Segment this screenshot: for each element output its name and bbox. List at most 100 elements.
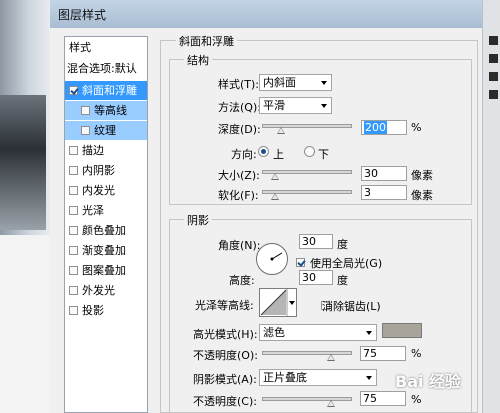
altitude-label: 高度: bbox=[229, 274, 255, 287]
sidebar-item-label: 斜面和浮雕 bbox=[82, 84, 137, 97]
sidebar-item-gradient-overlay[interactable]: 渐变叠加 bbox=[65, 241, 147, 260]
gloss-contour-label: 光泽等高线: bbox=[195, 299, 254, 312]
slider-thumb[interactable] bbox=[271, 173, 279, 180]
sidebar-item-label: 颜色叠加 bbox=[82, 224, 126, 237]
shading-title: 阴影 bbox=[184, 212, 212, 228]
checkbox-icon[interactable] bbox=[69, 246, 78, 255]
sidebar-item-label: 内阴影 bbox=[82, 164, 115, 177]
checkbox-icon[interactable] bbox=[69, 286, 78, 295]
sidebar-item-label: 渐变叠加 bbox=[82, 244, 126, 257]
opacity1-unit: % bbox=[411, 347, 422, 360]
checkbox-icon[interactable] bbox=[69, 146, 78, 155]
opacity2-label: 不透明度(C): bbox=[193, 395, 257, 408]
direction-up-label: 上 bbox=[273, 148, 284, 161]
sidebar-item-outer-glow[interactable]: 外发光 bbox=[65, 281, 147, 300]
highlight-mode-select[interactable]: 滤色 bbox=[259, 324, 377, 341]
panel-square-icon bbox=[489, 72, 498, 81]
soften-unit: 像素 bbox=[411, 189, 433, 202]
slider-thumb[interactable] bbox=[327, 400, 335, 407]
checkbox-icon[interactable] bbox=[69, 86, 78, 95]
altitude-input[interactable]: 30 bbox=[299, 270, 333, 285]
slider-thumb[interactable] bbox=[277, 127, 285, 134]
soften-label: 软化(F): bbox=[218, 189, 259, 202]
opacity2-unit: % bbox=[411, 393, 422, 406]
technique-select[interactable]: 平滑 bbox=[259, 97, 332, 114]
shadow-opacity-input[interactable]: 75 bbox=[360, 391, 406, 406]
angle-unit: 度 bbox=[337, 238, 348, 251]
checkbox-icon[interactable] bbox=[69, 266, 78, 275]
technique-value: 平滑 bbox=[263, 99, 285, 112]
bevel-emboss-title: 斜面和浮雕 bbox=[176, 33, 237, 49]
sidebar-item-inner-glow[interactable]: 内发光 bbox=[65, 181, 147, 200]
style-select[interactable]: 内斜面 bbox=[259, 74, 332, 91]
shadow-opacity-slider[interactable] bbox=[262, 397, 352, 407]
chevron-down-icon bbox=[366, 376, 372, 380]
dialog-title: 图层样式 bbox=[58, 8, 107, 22]
direction-up-radio[interactable] bbox=[258, 146, 269, 157]
depth-value: 200 bbox=[364, 121, 387, 134]
altitude-unit: 度 bbox=[337, 274, 348, 287]
sidebar-item-label: 纹理 bbox=[94, 124, 116, 137]
slider-thumb[interactable] bbox=[327, 354, 335, 361]
angle-dial[interactable] bbox=[256, 243, 288, 275]
background-canvas bbox=[0, 235, 50, 413]
size-unit: 像素 bbox=[411, 169, 433, 182]
checkbox-icon[interactable] bbox=[81, 106, 90, 115]
sidebar-item-label: 投影 bbox=[82, 304, 104, 317]
soften-slider[interactable] bbox=[262, 190, 352, 200]
sidebar-item-pattern-overlay[interactable]: 图案叠加 bbox=[65, 261, 147, 280]
technique-label: 方法(Q): bbox=[218, 101, 261, 114]
shadow-mode-value: 正片叠底 bbox=[263, 371, 307, 384]
panel-square-icon bbox=[489, 36, 498, 45]
shadow-mode-select[interactable]: 正片叠底 bbox=[259, 369, 377, 386]
highlight-color-swatch[interactable] bbox=[382, 323, 422, 338]
panel-square-icon bbox=[489, 54, 498, 63]
blend-options-item[interactable]: 混合选项:默认 bbox=[65, 59, 149, 78]
style-label: 样式(T): bbox=[218, 78, 260, 91]
styles-header[interactable]: 样式 bbox=[65, 38, 151, 57]
direction-down-radio[interactable] bbox=[304, 146, 315, 157]
size-input[interactable]: 30 bbox=[361, 166, 407, 181]
checkbox-icon[interactable] bbox=[81, 126, 90, 135]
styles-list: 样式 混合选项:默认 斜面和浮雕 等高线 纹理 描边 内阴影 内发光 光泽 颜色… bbox=[64, 36, 148, 413]
highlight-opacity-slider[interactable] bbox=[262, 351, 352, 361]
size-label: 大小(Z): bbox=[218, 169, 260, 182]
angle-label: 角度(N): bbox=[218, 239, 261, 252]
opacity1-label: 不透明度(O): bbox=[193, 349, 258, 362]
watermark-text: Bai 经验 bbox=[395, 372, 462, 391]
sidebar-item-drop-shadow[interactable]: 投影 bbox=[65, 301, 147, 320]
sidebar-item-label: 描边 bbox=[82, 144, 104, 157]
sidebar-item-inner-shadow[interactable]: 内阴影 bbox=[65, 161, 147, 180]
checkbox-icon[interactable] bbox=[69, 226, 78, 235]
shadow-mode-label: 阴影模式(A): bbox=[193, 373, 257, 386]
angle-input[interactable]: 30 bbox=[299, 234, 333, 249]
checkbox-icon[interactable] bbox=[69, 166, 78, 175]
gloss-contour-picker[interactable] bbox=[259, 288, 297, 317]
sidebar-item-label: 外发光 bbox=[82, 284, 115, 297]
soften-input[interactable]: 3 bbox=[361, 185, 407, 200]
sidebar-item-bevel-emboss[interactable]: 斜面和浮雕 bbox=[65, 81, 147, 100]
global-light-checkbox[interactable] bbox=[296, 258, 305, 267]
sidebar-item-texture[interactable]: 纹理 bbox=[65, 121, 147, 140]
background-object bbox=[0, 95, 46, 230]
structure-title: 结构 bbox=[184, 52, 212, 68]
sidebar-item-label: 等高线 bbox=[94, 104, 127, 117]
depth-input[interactable]: 200 bbox=[361, 120, 407, 135]
depth-unit: % bbox=[411, 121, 422, 134]
chevron-down-icon bbox=[321, 104, 327, 108]
highlight-opacity-input[interactable]: 75 bbox=[360, 346, 406, 361]
checkbox-icon[interactable] bbox=[69, 306, 78, 315]
sidebar-item-satin[interactable]: 光泽 bbox=[65, 201, 147, 220]
sidebar-item-color-overlay[interactable]: 颜色叠加 bbox=[65, 221, 147, 240]
chevron-down-icon bbox=[366, 331, 372, 335]
sidebar-item-stroke[interactable]: 描边 bbox=[65, 141, 147, 160]
depth-slider[interactable] bbox=[262, 124, 352, 134]
sidebar-item-contour[interactable]: 等高线 bbox=[65, 101, 147, 120]
contour-curve-icon bbox=[260, 289, 295, 316]
slider-thumb[interactable] bbox=[271, 193, 279, 200]
title-bar[interactable]: 图层样式 bbox=[50, 0, 482, 28]
global-light-label: 使用全局光(G) bbox=[310, 257, 383, 270]
checkbox-icon[interactable] bbox=[69, 186, 78, 195]
size-slider[interactable] bbox=[262, 170, 352, 180]
checkbox-icon[interactable] bbox=[69, 206, 78, 215]
